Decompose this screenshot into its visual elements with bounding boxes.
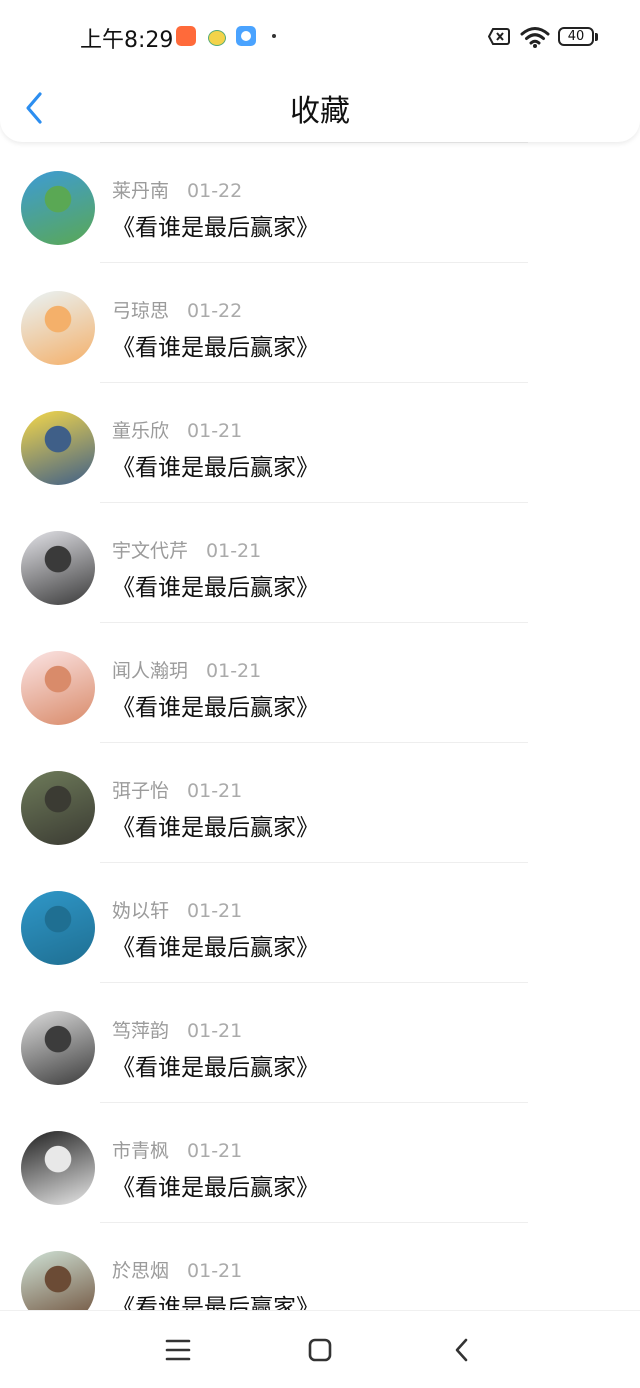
row-divider — [100, 1222, 528, 1223]
item-meta: 市青枫 01-21 — [112, 1136, 242, 1163]
item-meta: 弓琼思 01-22 — [112, 296, 242, 323]
item-title[interactable]: 《看谁是最后赢家》 — [112, 328, 319, 362]
item-meta: 童乐欣 01-21 — [112, 416, 242, 443]
author-name: 宇文代芹 — [112, 540, 189, 562]
item-date: 01-21 — [187, 1260, 243, 1282]
author-name: 妫以轩 — [112, 900, 170, 922]
row-divider — [100, 622, 528, 623]
status-bar: 上午8:29 40 — [0, 0, 640, 72]
item-title[interactable]: 《看谁是最后赢家》 — [112, 208, 319, 242]
item-date: 01-21 — [187, 1020, 243, 1042]
wifi-icon — [520, 27, 550, 48]
top-bar: 上午8:29 40 收藏 — [0, 0, 640, 142]
avatar[interactable] — [21, 411, 95, 485]
author-name: 於思烟 — [112, 1260, 170, 1282]
list-item[interactable]: 笃萍韵 01-21 《看谁是最后赢家》 — [0, 982, 640, 1102]
battery-icon — [595, 33, 598, 41]
item-meta: 妫以轩 01-21 — [112, 896, 242, 923]
avatar[interactable] — [21, 171, 95, 245]
no-sim-icon — [488, 28, 510, 45]
avatar[interactable] — [21, 291, 95, 365]
item-meta: 弭子怡 01-21 — [112, 776, 242, 803]
item-date: 01-21 — [187, 1140, 243, 1162]
notification-dot-icon — [272, 34, 276, 38]
item-date: 01-22 — [187, 300, 243, 322]
item-meta: 闻人瀚玥 01-21 — [112, 656, 261, 683]
status-time: 上午8:29 — [80, 28, 174, 53]
list-item[interactable]: 闻人瀚玥 01-21 《看谁是最后赢家》 — [0, 622, 640, 742]
item-date: 01-21 — [187, 900, 243, 922]
list-item[interactable]: 弓琼思 01-22 《看谁是最后赢家》 — [0, 262, 640, 382]
item-title[interactable]: 《看谁是最后赢家》 — [112, 1048, 319, 1082]
item-date: 01-21 — [187, 420, 243, 442]
avatar[interactable] — [21, 771, 95, 845]
item-date: 01-21 — [206, 540, 262, 562]
avatar[interactable] — [21, 891, 95, 965]
list-item[interactable]: 妫以轩 01-21 《看谁是最后赢家》 — [0, 862, 640, 982]
back-triangle-icon[interactable] — [447, 1335, 477, 1365]
menu-icon[interactable] — [163, 1335, 193, 1365]
row-divider — [100, 382, 528, 383]
author-name: 莱丹南 — [112, 180, 170, 202]
row-divider — [100, 262, 528, 263]
item-title[interactable]: 《看谁是最后赢家》 — [112, 568, 319, 602]
list-item[interactable]: 莱丹南 01-22 《看谁是最后赢家》 — [0, 142, 640, 262]
list-item[interactable]: 弭子怡 01-21 《看谁是最后赢家》 — [0, 742, 640, 862]
item-title[interactable]: 《看谁是最后赢家》 — [112, 448, 319, 482]
item-meta: 笃萍韵 01-21 — [112, 1016, 242, 1043]
avatar[interactable] — [21, 651, 95, 725]
author-name: 童乐欣 — [112, 420, 170, 442]
row-divider — [100, 742, 528, 743]
page-title: 收藏 — [290, 94, 350, 129]
system-nav-bar — [0, 1310, 640, 1388]
list-item[interactable]: 童乐欣 01-21 《看谁是最后赢家》 — [0, 382, 640, 502]
item-meta: 莱丹南 01-22 — [112, 176, 242, 203]
avatar[interactable] — [21, 1011, 95, 1085]
list-item[interactable]: 市青枫 01-21 《看谁是最后赢家》 — [0, 1102, 640, 1222]
item-meta: 宇文代芹 01-21 — [112, 536, 261, 563]
list-item[interactable]: 宇文代芹 01-21 《看谁是最后赢家》 — [0, 502, 640, 622]
item-title[interactable]: 《看谁是最后赢家》 — [112, 1168, 319, 1202]
row-divider — [100, 862, 528, 863]
author-name: 闻人瀚玥 — [112, 660, 189, 682]
item-meta: 於思烟 01-21 — [112, 1256, 242, 1283]
row-divider — [100, 142, 528, 143]
battery-level: 40 — [558, 27, 594, 46]
avatar[interactable] — [21, 1131, 95, 1205]
item-date: 01-22 — [187, 180, 243, 202]
chat-app-icon — [208, 30, 226, 46]
row-divider — [100, 1102, 528, 1103]
row-divider — [100, 502, 528, 503]
shop-app-icon — [176, 26, 196, 46]
item-title[interactable]: 《看谁是最后赢家》 — [112, 928, 319, 962]
item-date: 01-21 — [187, 780, 243, 802]
author-name: 市青枫 — [112, 1140, 170, 1162]
item-date: 01-21 — [206, 660, 262, 682]
browser-app-icon — [236, 26, 256, 46]
row-divider — [100, 982, 528, 983]
item-title[interactable]: 《看谁是最后赢家》 — [112, 688, 319, 722]
home-square-icon[interactable] — [305, 1335, 335, 1365]
avatar[interactable] — [21, 531, 95, 605]
author-name: 笃萍韵 — [112, 1020, 170, 1042]
item-title[interactable]: 《看谁是最后赢家》 — [112, 808, 319, 842]
author-name: 弭子怡 — [112, 780, 170, 802]
favorites-list: 莱丹南 01-22 《看谁是最后赢家》 弓琼思 01-22 《看谁是最后赢家》 童乐欣 01-… — [0, 142, 640, 1342]
author-name: 弓琼思 — [112, 300, 170, 322]
